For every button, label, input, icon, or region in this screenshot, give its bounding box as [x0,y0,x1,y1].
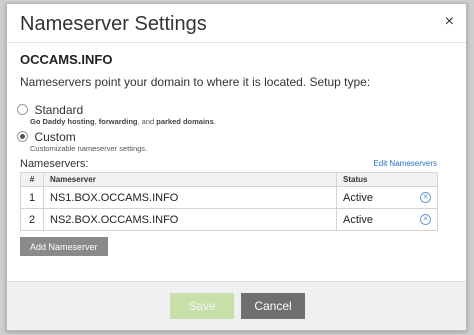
cancel-button[interactable]: Cancel [241,293,305,319]
header-divider [7,42,466,43]
save-button[interactable]: Save [170,293,234,319]
desc-go-daddy-hosting: Go Daddy hosting [30,117,95,126]
status-text: Active [343,213,373,226]
add-nameserver-button[interactable]: Add Nameserver [20,237,108,256]
nameserver-settings-dialog: Nameserver Settings × OCCAMS.INFO Namese… [6,3,467,331]
intro-text: Nameservers point your domain to where i… [20,75,371,89]
desc-sep-2: , and [137,117,157,126]
status-text: Active [343,191,373,204]
column-header-nameserver: Nameserver [43,172,337,187]
custom-description: Customizable nameserver settings. [30,144,148,153]
status-cell: Active ✕ [336,186,438,209]
standard-label: Standard [34,102,84,117]
status-cell: Active ✕ [336,208,438,231]
remove-circle-icon[interactable]: ✕ [420,214,431,225]
column-header-status: Status [336,172,438,187]
custom-radio[interactable] [17,131,28,143]
dialog-title: Nameserver Settings [20,13,207,35]
dialog-footer: Save Cancel [7,281,466,330]
nameserver-table: # Nameserver Status 1 NS1.BOX.OCCAMS.INF… [20,172,438,231]
table-row: 2 NS2.BOX.OCCAMS.INFO Active ✕ [20,208,438,231]
edit-nameservers-link[interactable]: Edit Nameservers [373,159,437,168]
column-header-number: # [20,172,44,187]
close-icon[interactable]: × [445,14,454,30]
remove-circle-icon[interactable]: ✕ [420,192,431,203]
table-header-row: # Nameserver Status [20,172,438,187]
nameserver-cell: NS2.BOX.OCCAMS.INFO [43,208,337,231]
row-number: 1 [20,186,44,209]
nameservers-label: Nameservers: [20,158,89,170]
custom-label: Custom [34,129,76,144]
standard-radio[interactable] [17,104,28,116]
desc-parked-domains: parked domains [156,117,214,126]
standard-description: Go Daddy hosting, forwarding, and parked… [30,117,216,126]
table-row: 1 NS1.BOX.OCCAMS.INFO Active ✕ [20,186,438,209]
domain-name: OCCAMS.INFO [20,52,113,67]
desc-forwarding: forwarding [98,117,138,126]
row-number: 2 [20,208,44,231]
desc-period: . [213,117,216,126]
nameserver-cell: NS1.BOX.OCCAMS.INFO [43,186,337,209]
